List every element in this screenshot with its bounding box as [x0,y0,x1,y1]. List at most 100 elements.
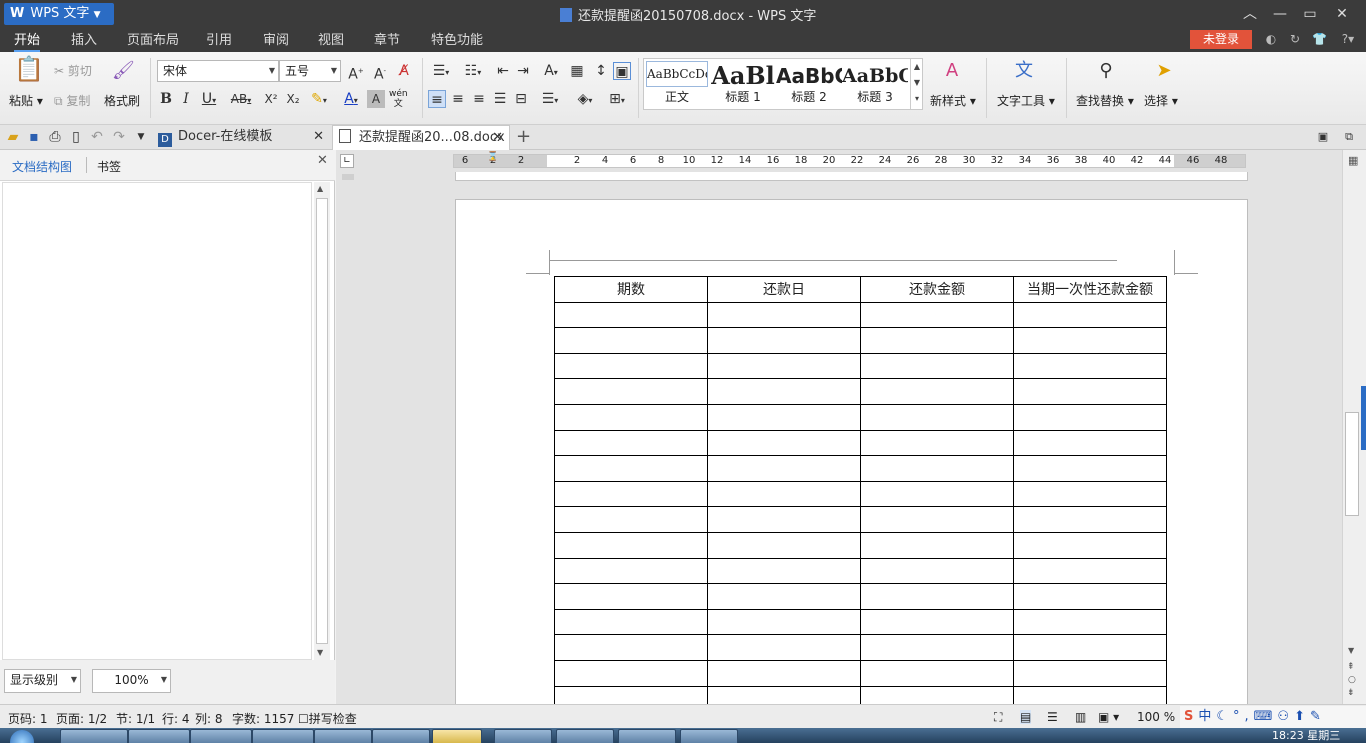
shading-icon[interactable]: ◈▾ [572,90,598,108]
taskbar-app-bird[interactable] [190,729,252,743]
skin-icon[interactable]: ◐ [1264,32,1278,46]
save-icon[interactable]: ▪ [25,128,43,146]
table-cell[interactable] [707,557,861,585]
table-cell[interactable] [860,455,1014,482]
table-cell[interactable] [554,429,708,457]
style-normal[interactable]: AaBbCcDd 正文 [644,59,710,109]
indent-marker-icon[interactable]: ⌛ [487,153,498,162]
tab-stop-selector[interactable]: ∟ [340,154,354,168]
collapse-ribbon-icon[interactable]: ︿ [1236,3,1264,25]
clear-format-icon[interactable]: A̸ [395,62,413,80]
table-cell[interactable] [707,506,861,533]
table-cell[interactable] [707,352,861,380]
taskbar-app-browser[interactable] [128,729,190,743]
new-tab-button[interactable]: + [516,125,531,150]
highlight-icon[interactable]: ✎▾ [306,90,332,108]
table-cell[interactable] [860,608,1014,636]
table-cell[interactable] [707,583,861,610]
text-tools-icon[interactable]: 文 [1012,62,1036,86]
tab-bookmarks[interactable]: 书签 [97,158,121,175]
tile-windows-icon[interactable]: ⧉ [1340,128,1358,146]
table-cell[interactable] [860,327,1014,354]
taskbar-app-et[interactable] [556,729,614,743]
text-tools-button[interactable]: 文字工具 ▾ [997,92,1055,109]
side-panel-toggle[interactable] [1361,386,1366,450]
repayment-table[interactable]: 期数 还款日 还款金额 当期一次性还款金额 [554,276,1167,704]
taskbar-app-folder[interactable] [494,729,552,743]
align-left-icon[interactable]: ≡ [428,90,446,108]
new-style-icon[interactable]: A [940,62,964,86]
taskbar-app-firefox[interactable] [372,729,430,743]
table-cell[interactable] [860,352,1014,380]
subscript-icon[interactable]: X₂ [284,90,302,108]
tab-review[interactable]: 审阅 [263,32,289,52]
font-size-select[interactable]: 五号 ▼ [279,60,341,82]
print-icon[interactable]: ⎙ [46,128,64,146]
table-cell[interactable] [554,403,708,431]
document-map-content[interactable] [2,182,312,660]
table-cell[interactable] [707,685,861,704]
shirt-icon[interactable]: 👕 [1312,32,1327,46]
strikethrough-icon[interactable]: AB▾ [226,90,256,108]
shrink-font-icon[interactable]: A- [371,62,389,83]
table-cell[interactable] [554,557,708,585]
taskbar-app-active[interactable] [432,729,482,743]
document-page[interactable]: 期数 还款日 还款金额 当期一次性还款金额 [455,199,1248,704]
app-menu-button[interactable]: W WPS 文字 ▼ [4,3,114,25]
cut-button[interactable]: ✂ 剪切 [54,62,92,79]
tab-home[interactable]: 开始 [14,32,41,52]
table-cell[interactable] [1013,583,1167,610]
table-cell[interactable] [707,634,861,661]
login-button[interactable]: 未登录 [1190,30,1252,49]
table-cell[interactable] [1013,531,1167,559]
status-section[interactable]: 节: 1/1 [116,710,155,727]
table-cell[interactable] [1013,301,1167,329]
char-shading-icon[interactable]: A [367,90,385,108]
increase-indent-icon[interactable]: ⇥ [514,62,532,80]
close-icon[interactable]: ✕ [492,126,503,150]
copy-button[interactable]: ⧉ 复制 [54,92,90,109]
navigation-scrollbar[interactable]: ▲ ▼ [314,182,330,660]
underline-icon[interactable]: U▾ [197,90,221,108]
table-header-cell[interactable]: 期数 [554,276,708,303]
redo-icon[interactable]: ↷ [110,128,128,146]
tab-view[interactable]: 视图 [318,32,344,52]
table-cell[interactable] [707,531,861,559]
table-cell[interactable] [707,429,861,457]
status-word-count[interactable]: 字数: 1157 [232,710,294,727]
numbered-list-icon[interactable]: ☷▾ [460,62,486,80]
tab-chapter[interactable]: 章节 [374,32,400,52]
table-cell[interactable] [707,608,861,636]
document-scrollbar[interactable]: ▦ ▼ ⇞ ○ ⇟ [1342,150,1366,704]
tab-document[interactable]: 还款提醒函20...08.docx ✕ [332,125,510,150]
table-cell[interactable] [554,301,708,329]
table-cell[interactable] [554,634,708,661]
table-cell[interactable] [860,506,1014,533]
status-row[interactable]: 行: 4 [162,710,190,727]
style-heading-3[interactable]: AaBbC 标题 3 [842,59,908,109]
table-cell[interactable] [860,403,1014,431]
bold-icon[interactable]: B [157,90,175,108]
table-cell[interactable] [707,455,861,482]
sync-icon[interactable]: ↻ [1288,32,1302,46]
style-heading-2[interactable]: AaBbC 标题 2 [776,59,842,109]
nav-zoom-select[interactable]: 100% ▼ [92,669,171,693]
table-cell[interactable] [860,301,1014,329]
close-button[interactable]: ✕ [1328,3,1356,25]
browse-object-icon[interactable]: ○ [1348,675,1356,685]
line-spacing-icon[interactable]: ☰▾ [537,90,563,108]
table-cell[interactable] [707,378,861,405]
start-button[interactable] [10,730,34,743]
table-cell[interactable] [1013,378,1167,405]
tab-insert[interactable]: 插入 [71,32,97,52]
table-cell[interactable] [1013,557,1167,585]
grow-font-icon[interactable]: A+ [347,62,365,83]
borders-icon[interactable]: ⊞▾ [604,90,630,108]
format-painter-button[interactable]: 格式刷 [104,92,140,109]
decrease-indent-icon[interactable]: ⇤ [494,62,512,80]
align-center-icon[interactable]: ≡ [449,90,467,108]
table-cell[interactable] [554,531,708,559]
taskbar-app-wps[interactable] [680,729,738,743]
table-cell[interactable] [1013,685,1167,704]
spell-check-toggle[interactable]: ☐拼写检查 [298,710,357,727]
